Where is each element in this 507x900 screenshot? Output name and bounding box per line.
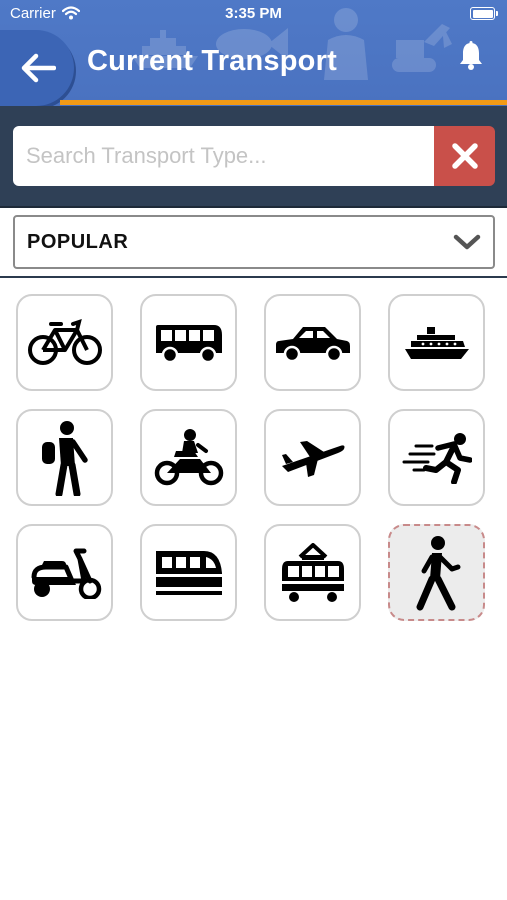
search-input[interactable] [13,126,434,186]
motorcycle-icon [154,428,223,485]
close-icon [451,143,478,169]
bicycle-icon [27,318,102,365]
transport-option-motorcycle[interactable] [140,409,237,506]
clock-time: 3:35 PM [225,5,282,22]
transport-option-hiker[interactable] [16,409,113,506]
app-header: Carrier 3:35 PM Current Transport [0,0,507,106]
page-title: Current Transport [87,45,337,77]
transport-option-tram[interactable] [264,524,361,621]
transport-option-airplane[interactable] [264,409,361,506]
transport-option-walking[interactable] [388,524,485,621]
category-selected-label: POPULAR [27,231,129,253]
transport-option-ship[interactable] [388,294,485,391]
transport-option-car[interactable] [264,294,361,391]
bell-icon[interactable] [458,41,484,71]
clear-search-button[interactable] [434,126,495,186]
divider [0,206,507,208]
category-dropdown[interactable]: POPULAR [13,215,495,269]
airplane-icon [281,440,344,477]
transport-option-scooter[interactable] [16,524,113,621]
runner-icon [402,432,472,484]
car-icon [275,326,350,362]
walking-icon [416,535,460,610]
hiker-icon [41,420,88,496]
ship-icon [404,326,469,359]
transport-option-runner[interactable] [388,409,485,506]
chevron-down-icon [453,234,481,250]
transport-option-bicycle[interactable] [16,294,113,391]
transport-option-train[interactable] [140,524,237,621]
transport-option-bus[interactable] [140,294,237,391]
scooter-icon [31,548,101,599]
search-bar [0,106,507,206]
divider [0,276,507,278]
bus-icon [155,324,222,363]
status-bar: Carrier 3:35 PM [0,0,507,28]
battery-icon [470,7,498,20]
back-button[interactable] [0,30,74,106]
header-accent-line [60,100,507,105]
train-icon [155,550,222,595]
tram-icon [281,542,344,602]
arrow-left-icon [21,53,56,83]
